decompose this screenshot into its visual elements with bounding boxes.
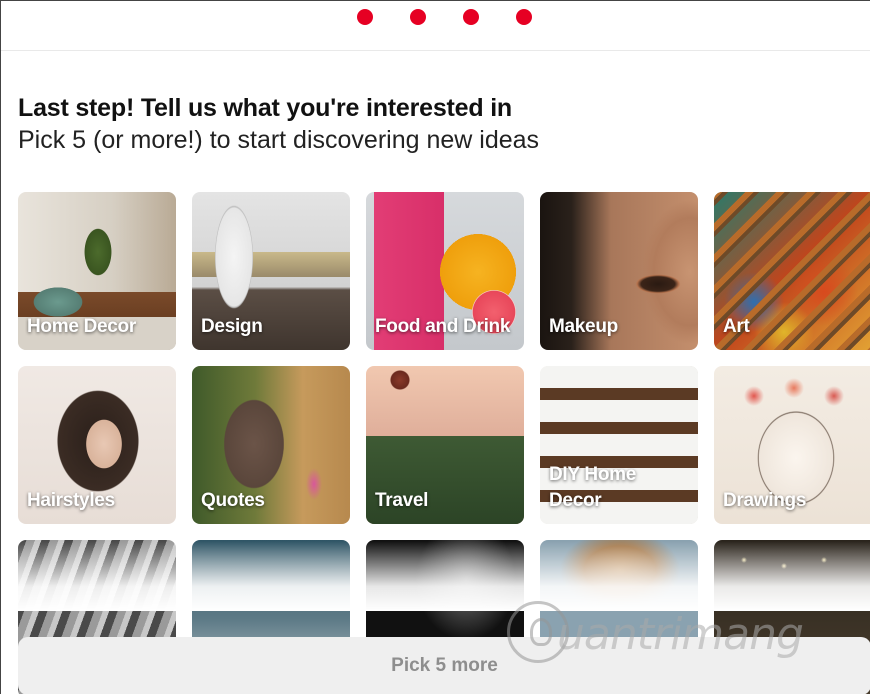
topic-label: Drawings xyxy=(723,490,807,511)
pick-more-button[interactable]: Pick 5 more xyxy=(18,637,870,694)
heading: Last step! Tell us what you're intereste… xyxy=(18,93,858,156)
progress-step-dot xyxy=(357,9,373,25)
interest-picker-window: Last step! Tell us what you're intereste… xyxy=(0,0,870,694)
topic-label: Travel xyxy=(375,490,429,511)
topic-label: Food and Drink xyxy=(375,316,511,337)
topic-label: Design xyxy=(201,316,263,337)
topic-label: Makeup xyxy=(549,316,618,337)
topic-tile-travel[interactable]: Travel xyxy=(366,366,524,524)
topic-label: Quotes xyxy=(201,490,265,511)
progress-indicator xyxy=(1,1,870,51)
topic-tile-quotes[interactable]: Quotes xyxy=(192,366,350,524)
topic-tile-drawings[interactable]: Drawings xyxy=(714,366,870,524)
topic-tile-design[interactable]: Design xyxy=(192,192,350,350)
progress-step-dot xyxy=(410,9,426,25)
page-title: Last step! Tell us what you're intereste… xyxy=(18,94,513,122)
progress-step-dot xyxy=(463,9,479,25)
topic-tile-food-and-drink[interactable]: Food and Drink xyxy=(366,192,524,350)
pick-more-button-label: Pick 5 more xyxy=(391,655,498,676)
progress-step-dot xyxy=(516,9,532,25)
page-subtitle: Pick 5 (or more!) to start discovering n… xyxy=(18,126,540,154)
topic-label: Hairstyles xyxy=(27,490,115,511)
topic-tile-art[interactable]: Art xyxy=(714,192,870,350)
topic-tile-home-decor[interactable]: Home Decor xyxy=(18,192,176,350)
topic-tile-makeup[interactable]: Makeup xyxy=(540,192,698,350)
topic-tile-hairstyles[interactable]: Hairstyles xyxy=(18,366,176,524)
topic-label: Home Decor xyxy=(27,316,136,337)
topic-tile-diy-home-decor[interactable]: DIY Home Decor xyxy=(540,366,698,524)
topic-label: DIY Home Decor xyxy=(549,464,636,511)
topic-label: Art xyxy=(723,316,750,337)
